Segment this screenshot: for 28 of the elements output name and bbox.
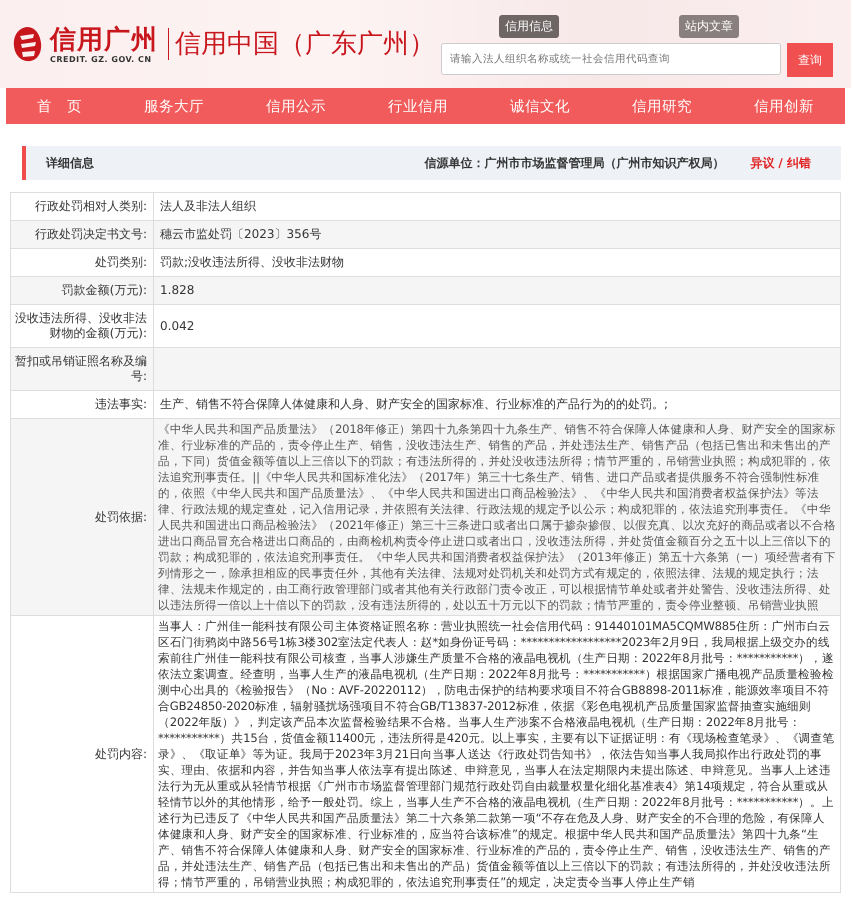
logo-text: 信用广州 xyxy=(50,24,158,54)
nav-link[interactable]: 行业信用 xyxy=(388,96,448,116)
nav-link[interactable]: 信用公示 xyxy=(266,96,326,116)
field-value: 法人及非法人组织 xyxy=(154,192,840,220)
field-label: 罚款金额(万元): xyxy=(10,276,154,304)
search-tab[interactable]: 站内文章 xyxy=(679,15,739,38)
field-label: 行政处罚决定书文号: xyxy=(10,220,154,248)
source-text: 信源单位：广州市市场监督管理局（广州市知识产权局） xyxy=(424,154,724,172)
field-value: 穗云市监处罚〔2023〕356号 xyxy=(154,220,840,248)
nav-link[interactable]: 信用创新 xyxy=(754,96,814,116)
field-label: 暂扣或吊销证照名称及编号: xyxy=(10,348,154,390)
field-label: 行政处罚相对人类别: xyxy=(10,192,154,220)
field-label: 处罚内容: xyxy=(10,616,154,892)
site-title: 信用中国（广东广州） xyxy=(168,28,435,60)
logo-domain: CREDIT. GZ. GOV. CN xyxy=(50,54,153,64)
objection-link[interactable]: 异议 / 纠错 xyxy=(750,154,811,172)
search-button[interactable]: 查询 xyxy=(787,43,833,77)
field-value: 《中华人民共和国产品质量法》（2018年修正）第四十九条第四十九条生产、销售不符合保障人体健康和人身、财产安全的国家标准、行业标准的产品的，责令停止生产、销售，没收违法生产、销售的产品，并处违法生产、销售产品（包括已售出和未售出的产品，下同）货值金额等值以上三倍以下的罚款；有违法所得的，并处没收违法所得；情节严重的，吊销营业执照；构成犯罪的，依法追究刑事责任。||《中华人民共和国标准化法》（2017年）第三十七条生产、销售、进口产品或者提供服务不符合强制性标准的，依照《中华人民共和国产品质量法》、《中华人民共和国进出口商品检验法》、《中华人民共和国消费者权益保护法》等法律、行政法规的规定查处，记入信用记录，并依照有关法律、行政法规的规定予以公示；构成犯罪的，依法追究刑事责任。《中华人民共和国进出口商品检验法》（2021年修正）第三十三条进口或者出口属于掺杂掺假、以假充真、以次充好的商品或者以不合格进出口商品冒充合格进出口商品的，由商检机构责令停止进口或者出口，没收违法所得，并处货值金额百分之五十以上三倍以下的罚款；构成犯罪的，依法追究刑事责任。《中华人民共和国消费者权益保护法》（2013年修正）第五十六条第（一）项经营者有下列情形之一，除承担相应的民事责任外，其他有关法律、法规对处罚机关和处罚方式有规定的，依照法律、法规的规定执行；法律、法规未作规定的，由工商行政管理部门或者其他有关行政部门责令改正，可以根据情节单处或者并处警告、没收违法所得、处以违法所得一倍以上十倍以下的罚款，没有违法所得的，处以五十万元以下的罚款；情节严重的，责令停业整顿、吊销营业执照 xyxy=(154,418,840,616)
nav-link[interactable]: 诚信文化 xyxy=(510,96,570,116)
nav-link[interactable]: 信用研究 xyxy=(632,96,692,116)
field-label: 处罚依据: xyxy=(10,418,154,616)
search-field[interactable]: 请输入法人组织名称或统一社会信用代码查询 xyxy=(441,43,781,75)
field-value: 1.828 xyxy=(154,276,840,304)
nav-link[interactable]: 服务大厅 xyxy=(144,96,204,116)
search-tab[interactable]: 信用信息 xyxy=(499,15,559,38)
nav-link[interactable]: 首 页 xyxy=(37,96,82,116)
detail-title: 详细信息 xyxy=(46,154,94,172)
field-value: 当事人：广州佳一能科技有限公司主体资格证照名称：营业执照统一社会信用代码：91440101MA5CQMW885住所：广州市白云区石门街鸦岗中路56号1栋3楼302室法定代表人：赵*如身份证号码：******************2023年2月9日，我局根据上级交办的线索前往广州佳一能科技有限公司核查，当事人涉嫌生产质量不合格的液晶电视机（生产日期：2022年8月批号：***********），遂依法立案调查。经查明，当事人生产的液晶电视机（生产日期：2022年8月批号：***********）根据国家广播电视产品质量检验检测中心出具的《检验报告》（No：AVF-20220112），防电击保护的结构要求项目不符合GB8898-2011标准，能源效率项目不符合GB24850-2020标准，辐射骚扰场强项目不符合GB/T13837-2012标准，依据《彩色电视机产品质量国家监督抽查实施细则（2022年版）》，判定该产品本次监督检验结果不合格。当事人生产涉案不合格液晶电视机（生产日期：2022年8月批号：***********）共15台，货值金额11400元，违法所得是420元。以上事实，主要有以下证据证明：有《现场检查笔录》、《调查笔录》、《取证单》等为证。我局于2023年3月21日向当事人送达《行政处罚告知书》，依法告知当事人我局拟作出行政处罚的事实、理由、依据和内容，并告知当事人依法享有提出陈述、申辩意见，当事人在法定期限内未提出陈述、申辩意见。当事人上述违法行为无从重或从轻情节根据《广州市市场监督管理部门规范行政处罚自由裁量权量化细化基准表4》第14项规定，符合从重或从轻情节以外的其他情形，给予一般处罚。综上，当事人生产不合格的液晶电视机（生产日期：2022年8月批号：***********）。上述行为已违反了《中华人民共和国产品质量法》第二十六条第二款第一项“不存在危及人身、财产安全的不合理的危险，有保障人体健康和人身、财产安全的国家标准、行业标准的，应当符合该标准”的规定。根据中华人民共和国产品质量法》第四十九条“生产、销售不符合保障人体健康和人身、财产安全的国家标准、行业标准的产品的，责令停止生产、销售，没收违法生产、销售的产品，并处违法生产、销售产品（包括已售出和未售出的产品）货值金额等值以上三倍以下的罚款；有违法所得的，并处没收违法所得；情节严重的，吊销营业执照；构成犯罪的，依法追究刑事责任”的规定，决定责令当事人停止生产销 xyxy=(154,616,840,892)
